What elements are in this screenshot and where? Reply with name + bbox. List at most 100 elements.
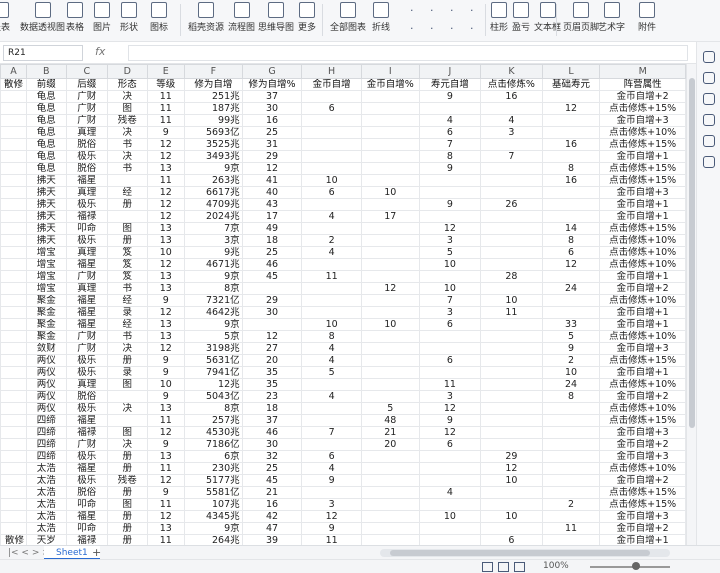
cell[interactable]: 13	[146, 162, 186, 175]
cell[interactable]: 福星	[65, 318, 108, 331]
cell[interactable]	[480, 330, 543, 343]
cell[interactable]	[301, 150, 362, 163]
cell[interactable]: 6	[418, 126, 482, 139]
cell[interactable]	[480, 282, 543, 295]
ribbon-item-17[interactable]: 附件	[638, 2, 656, 33]
cell[interactable]: 11	[146, 114, 186, 127]
ribbon-item-4[interactable]: 形状	[120, 2, 138, 33]
cell[interactable]: 11	[146, 498, 186, 511]
cell[interactable]	[360, 114, 420, 127]
cell[interactable]: 龟息	[26, 138, 67, 151]
cell[interactable]: 天岁	[26, 534, 67, 545]
cell[interactable]: 3	[301, 498, 362, 511]
cell[interactable]: 11	[146, 90, 186, 103]
cell[interactable]	[0, 378, 28, 391]
cell[interactable]: 两仪	[26, 390, 67, 403]
cell[interactable]	[418, 174, 482, 187]
cell[interactable]	[418, 330, 482, 343]
cell[interactable]: 33	[541, 318, 601, 331]
cell[interactable]: 10	[418, 510, 482, 523]
cell[interactable]	[360, 342, 420, 355]
cell[interactable]	[360, 174, 420, 187]
cell[interactable]: 聚金	[26, 330, 67, 343]
cell[interactable]: 21	[241, 486, 303, 499]
cell[interactable]: 极乐	[65, 150, 108, 163]
cell[interactable]	[0, 498, 28, 511]
cell[interactable]: 笈	[106, 270, 148, 283]
cell[interactable]: 7321亿	[184, 294, 243, 307]
cell[interactable]	[360, 138, 420, 151]
cell[interactable]	[301, 294, 362, 307]
cell[interactable]: 37	[241, 414, 303, 427]
cell[interactable]: 11	[146, 414, 186, 427]
ribbon-small-icon[interactable]: ·	[450, 22, 454, 35]
cell[interactable]: 9	[418, 90, 482, 103]
cell[interactable]: 9	[418, 198, 482, 211]
cell[interactable]: 福星	[65, 294, 108, 307]
cell[interactable]: 20	[360, 438, 420, 451]
cell[interactable]: 11	[480, 306, 543, 319]
cell[interactable]: 4	[301, 462, 362, 475]
cell[interactable]: 27	[241, 342, 303, 355]
header-cell[interactable]: 后缀	[65, 78, 108, 91]
add-sheet-button[interactable]: +	[92, 546, 101, 559]
cell[interactable]	[360, 198, 420, 211]
cell[interactable]: 12	[241, 330, 303, 343]
cell[interactable]	[541, 210, 601, 223]
cell[interactable]	[541, 426, 601, 439]
cell[interactable]: 6	[418, 354, 482, 367]
cell[interactable]: 13	[146, 270, 186, 283]
cell[interactable]: 12	[146, 210, 186, 223]
cell[interactable]: 福星	[65, 258, 108, 271]
cell[interactable]: 25	[241, 462, 303, 475]
cell[interactable]	[418, 270, 482, 283]
cell[interactable]	[360, 294, 420, 307]
cell[interactable]: 14	[541, 222, 601, 235]
cell[interactable]	[480, 342, 543, 355]
cell[interactable]	[301, 90, 362, 103]
cell[interactable]: 广财	[65, 270, 108, 283]
cell[interactable]: 5京	[184, 330, 243, 343]
cell[interactable]	[0, 426, 28, 439]
header-cell[interactable]: 形态	[106, 78, 148, 91]
cell[interactable]	[480, 498, 543, 511]
cell[interactable]: 拂天	[26, 174, 67, 187]
cell[interactable]	[480, 258, 543, 271]
cell[interactable]: 10	[541, 366, 601, 379]
cell[interactable]: 点击修炼+10%	[599, 294, 686, 307]
cell[interactable]: 点击修炼+10%	[599, 246, 686, 259]
cell[interactable]: 册	[106, 534, 148, 545]
cell[interactable]	[301, 378, 362, 391]
cell[interactable]: 2	[301, 234, 362, 247]
cell[interactable]: 龟息	[26, 114, 67, 127]
cell[interactable]: 9	[418, 162, 482, 175]
cell[interactable]: 8	[541, 390, 601, 403]
cell[interactable]: 金币自增+3	[599, 342, 686, 355]
cell[interactable]: 金币自增+2	[599, 390, 686, 403]
cell[interactable]	[360, 150, 420, 163]
cell[interactable]: 6617兆	[184, 186, 243, 199]
cell[interactable]: 金币自增+1	[599, 318, 686, 331]
header-cell[interactable]: 等级	[146, 78, 186, 91]
cell[interactable]	[480, 234, 543, 247]
cell[interactable]: 广财	[65, 342, 108, 355]
cell[interactable]	[0, 486, 28, 499]
column-header-H[interactable]: H	[301, 64, 362, 79]
cell[interactable]: 福禄	[65, 210, 108, 223]
cell[interactable]	[301, 138, 362, 151]
cell[interactable]	[360, 90, 420, 103]
cell[interactable]	[480, 174, 543, 187]
cell[interactable]	[418, 474, 482, 487]
cell[interactable]	[301, 402, 362, 415]
cell[interactable]	[418, 342, 482, 355]
cell[interactable]	[541, 150, 601, 163]
cell[interactable]	[360, 222, 420, 235]
cell[interactable]	[0, 138, 28, 151]
cell[interactable]: 10	[418, 282, 482, 295]
cell[interactable]	[541, 414, 601, 427]
cell[interactable]	[360, 354, 420, 367]
zoom-knob[interactable]	[632, 562, 640, 570]
cell[interactable]: 金币自增+3	[599, 186, 686, 199]
cell[interactable]: 决	[106, 438, 148, 451]
ribbon-small-icon[interactable]: ·	[470, 22, 474, 35]
